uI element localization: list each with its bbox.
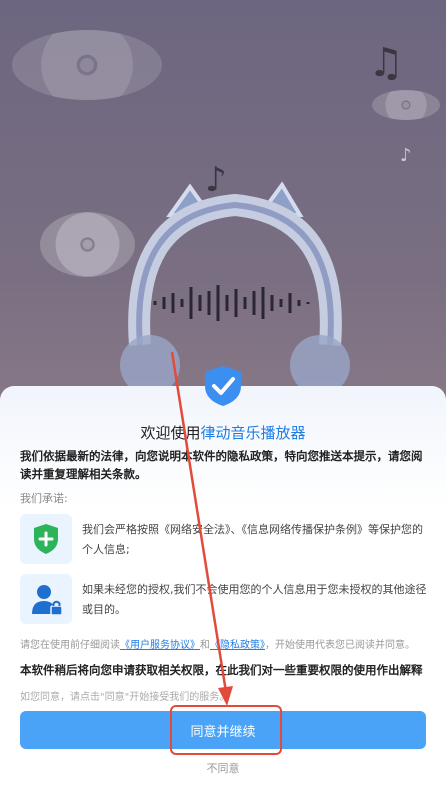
user-agreement-link[interactable]: 《用户服务协议》 xyxy=(120,640,200,651)
disagree-button[interactable]: 不同意 xyxy=(0,760,446,776)
title-prefix: 欢迎使用 xyxy=(140,424,201,442)
dialog-title: 欢迎使用律动音乐播放器 xyxy=(0,422,446,443)
permission-text: 本软件稍后将向您申请获取相关权限，在此我们对一些重要权限的使用作出解释 xyxy=(20,663,423,677)
intro-text: 我们依据最新的法律，向您说明本软件的隐私政策，特向您推送本提示，请您阅读并重复理… xyxy=(20,449,423,481)
privacy-policy-link[interactable]: 《隐私政策》 xyxy=(210,640,265,651)
agreement-notice: 请您在使用前仔细阅读《用户服务协议》和《隐私政策》，开始使用代表您已阅读并同意。 xyxy=(20,636,430,651)
promise-item: 如果未经您的授权,我们不会使用您的个人信息用于您未授权的其他途径或目的。 xyxy=(20,574,430,626)
promise-item: 我们会严格按照《网络安全法》、《信息网络传播保护条例》等保护您的个人信息; xyxy=(20,514,430,566)
shield-check-icon xyxy=(201,364,245,408)
notice-and: 和 xyxy=(200,640,210,651)
shield-plus-icon xyxy=(20,514,72,564)
agree-hint: 如您同意，请点击"同意"开始接受我们的服务。 xyxy=(20,692,230,703)
app-name: 律动音乐播放器 xyxy=(200,424,306,442)
cd-disc-decoration xyxy=(12,30,162,100)
notice-post: ，开始使用代表您已阅读并同意。 xyxy=(265,640,415,651)
promise-text: 如果未经您的授权,我们不会使用您的个人信息用于您未授权的其他途径或目的。 xyxy=(82,583,427,616)
agree-continue-button[interactable]: 同意并继续 xyxy=(20,711,426,749)
music-note-icon: ♫ xyxy=(368,40,404,86)
music-note-icon: ♪ xyxy=(400,145,412,166)
user-lock-icon xyxy=(20,574,72,624)
promise-label: 我们承诺: xyxy=(20,492,68,505)
sound-wave-decoration xyxy=(153,285,310,321)
promise-text: 我们会严格按照《网络安全法》、《信息网络传播保护条例》等保护您的个人信息; xyxy=(82,523,423,556)
cd-disc-decoration xyxy=(372,90,440,120)
notice-pre: 请您在使用前仔细阅读 xyxy=(20,640,120,651)
